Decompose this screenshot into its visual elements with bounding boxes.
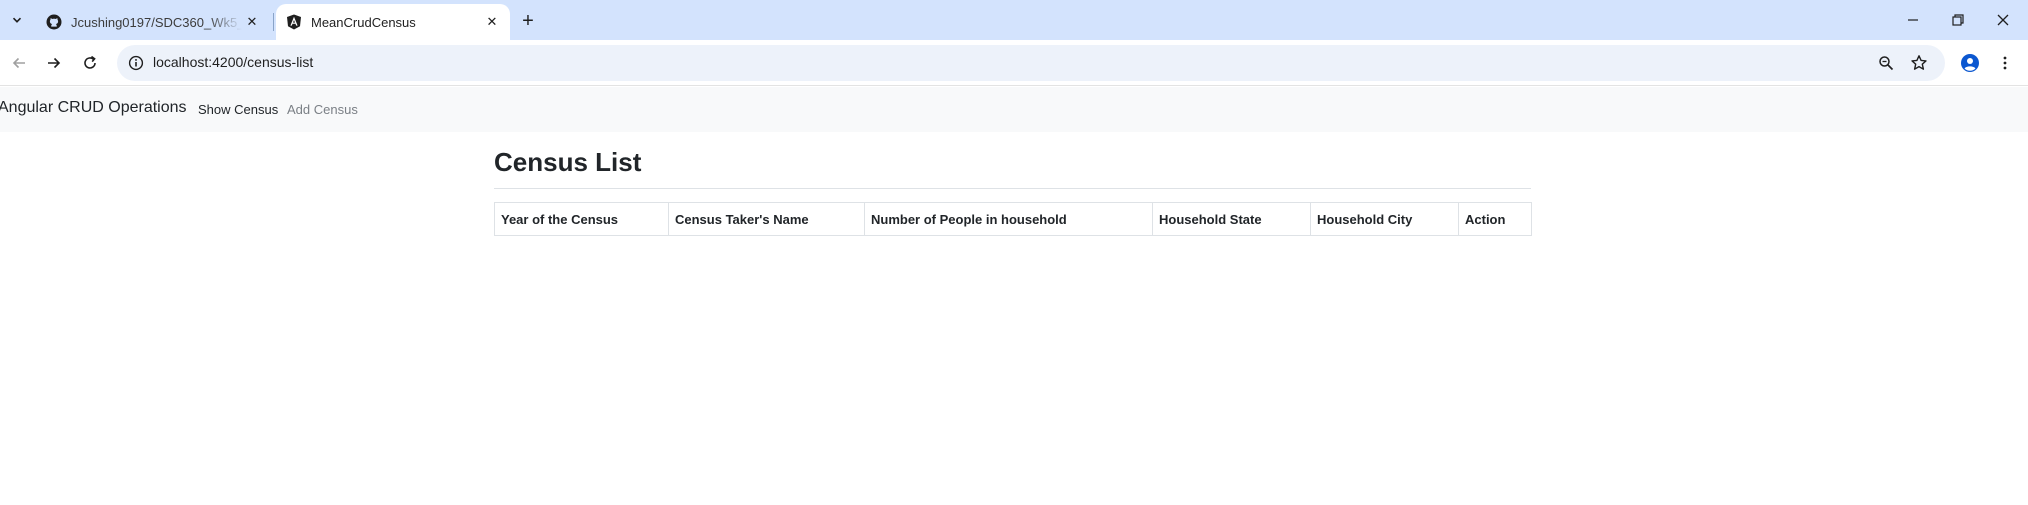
forward-button[interactable]: [41, 50, 67, 76]
browser-tab-active[interactable]: MeanCrudCensus ✕: [276, 4, 510, 40]
page-title: Census List: [494, 147, 642, 177]
tab-title: Jcushing0197/SDC360_Wk5_Final: [71, 14, 242, 30]
table-header-row: Year of the Census Census Taker's Name N…: [494, 202, 1532, 236]
divider: [494, 188, 1531, 189]
browser-tab-github[interactable]: Jcushing0197/SDC360_Wk5_Final ✕: [36, 4, 270, 40]
menu-button[interactable]: [1993, 51, 2017, 75]
reload-icon: [84, 55, 96, 69]
column-header-city: Household City: [1310, 202, 1459, 236]
url-text: localhost:4200/census-list: [153, 54, 314, 70]
column-header-people-count: Number of People in household: [864, 202, 1153, 236]
tab-title: MeanCrudCensus: [311, 14, 416, 30]
bookmark-star-icon[interactable]: [1909, 53, 1929, 73]
restore-icon: [1952, 14, 1964, 26]
column-header-action: Action: [1458, 202, 1532, 236]
column-header-year: Year of the Census: [494, 202, 669, 236]
close-icon: [1997, 14, 2009, 26]
reload-button[interactable]: [77, 50, 103, 76]
address-bar[interactable]: localhost:4200/census-list: [117, 45, 1945, 81]
nav-link-add-census[interactable]: Add Census: [287, 102, 358, 117]
nav-link-show-census[interactable]: Show Census: [198, 102, 278, 117]
navbar-brand[interactable]: Angular CRUD Operations: [0, 99, 187, 117]
minimize-button[interactable]: [1891, 0, 1935, 40]
browser-toolbar: localhost:4200/census-list: [0, 40, 2028, 86]
back-button[interactable]: [6, 50, 32, 76]
restore-button[interactable]: [1936, 0, 1980, 40]
census-table: Year of the Census Census Taker's Name N…: [494, 202, 1532, 236]
zoom-icon[interactable]: [1876, 53, 1896, 73]
site-info-icon[interactable]: [127, 54, 145, 72]
chevron-down-icon: [12, 17, 22, 23]
column-header-taker-name: Census Taker's Name: [668, 202, 865, 236]
more-vert-icon: [2003, 56, 2007, 70]
browser-tab-strip: Jcushing0197/SDC360_Wk5_Final ✕ MeanCrud…: [0, 0, 2028, 40]
new-tab-button[interactable]: +: [516, 9, 540, 33]
app-navbar: Angular CRUD Operations Show Census Add …: [0, 87, 2028, 132]
close-window-button[interactable]: [1981, 0, 2025, 40]
close-icon[interactable]: ✕: [242, 12, 262, 32]
column-header-state: Household State: [1152, 202, 1311, 236]
avatar-icon: [1961, 54, 1979, 72]
arrow-left-icon: [12, 57, 25, 69]
tab-divider: [273, 13, 274, 31]
profile-button[interactable]: [1958, 51, 1982, 75]
angular-icon: [286, 14, 302, 30]
tab-search-button[interactable]: [5, 8, 29, 32]
github-icon: [46, 14, 62, 30]
minimize-icon: [1908, 19, 1918, 21]
arrow-right-icon: [48, 57, 61, 69]
close-icon[interactable]: ✕: [482, 12, 502, 32]
